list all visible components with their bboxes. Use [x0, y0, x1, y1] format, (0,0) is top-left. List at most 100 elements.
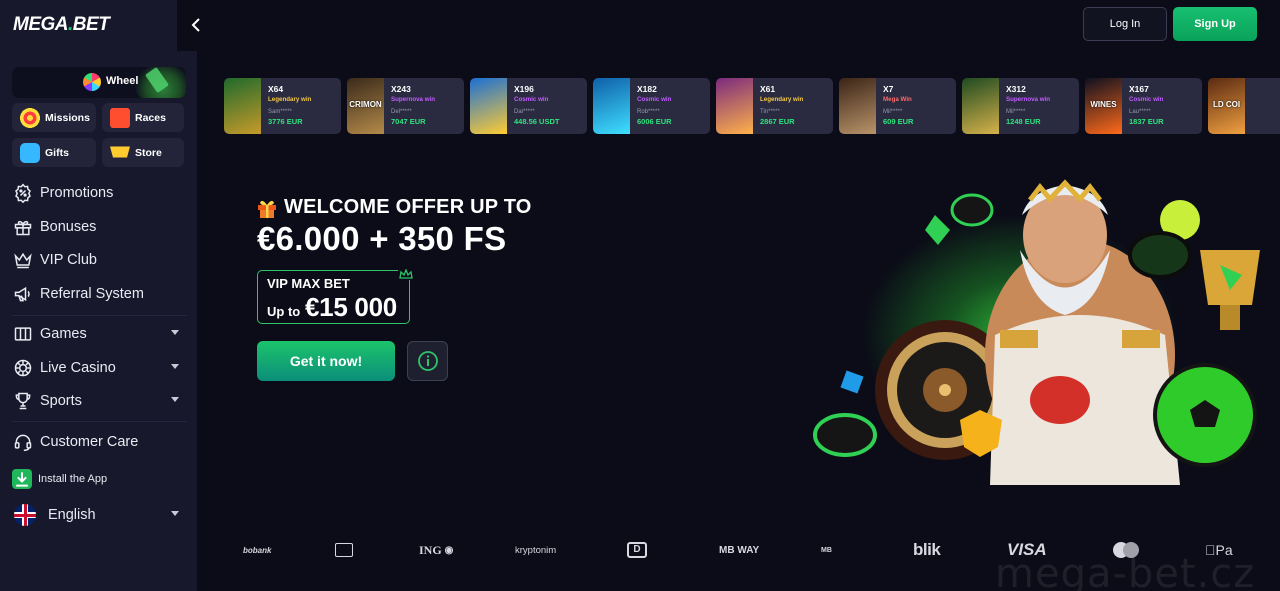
game-thumbnail: [962, 78, 999, 134]
language-selector[interactable]: English: [12, 502, 187, 528]
game-thumbnail-title: WINES: [1090, 100, 1117, 109]
vip-amount: €15 000: [305, 292, 397, 322]
collapse-sidebar-button[interactable]: [187, 14, 205, 36]
win-card[interactable]: WINES X167 Cosmic win Lau***** 1837 EUR: [1085, 78, 1202, 134]
win-type: Mega Win: [883, 96, 912, 103]
info-button[interactable]: [407, 341, 448, 381]
nav-item-bonuses[interactable]: Bonuses: [12, 214, 187, 240]
nav-label: Bonuses: [40, 219, 97, 235]
win-multiplier: X312: [1006, 84, 1026, 94]
game-thumbnail: CRIMON: [347, 78, 384, 134]
win-user: Tin*****: [760, 109, 780, 115]
win-user: Dai*****: [514, 109, 535, 115]
payment-logo-blik: blik: [913, 540, 941, 559]
game-thumbnail-title: CRIMON: [349, 100, 382, 109]
chevron-down-icon: [171, 397, 179, 402]
payment-logo-mbway: MB WAY: [719, 544, 760, 556]
info-icon: [417, 351, 438, 371]
win-card[interactable]: X182 Cosmic win Rob***** 6006 EUR: [593, 78, 710, 134]
win-multiplier: X64: [268, 84, 284, 94]
zeus-boxer-illustration: [813, 179, 1260, 485]
payment-logo-d: D: [627, 540, 647, 560]
win-card[interactable]: X64 Legendary win Sam***** 3776 EUR: [224, 78, 341, 134]
win-type: Supernova win: [391, 96, 436, 103]
game-thumbnail: [716, 78, 753, 134]
top-bar: Log In Sign Up: [177, 0, 1280, 51]
win-card[interactable]: X61 Legendary win Tin***** 2867 EUR: [716, 78, 833, 134]
win-amount: 1837 EUR: [1129, 117, 1164, 126]
payment-logo-box: [335, 540, 353, 560]
game-thumbnail: WINES: [1085, 78, 1122, 134]
game-thumbnail: [224, 78, 261, 134]
recent-wins-ticker: X64 Legendary win Sam***** 3776 EUR CRIMON X2…: [224, 78, 1280, 134]
win-user: Mil*****: [883, 109, 903, 115]
uk-flag-icon: [14, 504, 36, 526]
get-it-now-button[interactable]: Get it now!: [257, 341, 395, 381]
nav-label: Sports: [40, 393, 82, 409]
chevron-down-icon: [171, 364, 179, 369]
trophy-icon: [12, 390, 34, 412]
nav-item-customer-care[interactable]: Customer Care: [12, 429, 187, 455]
crown-icon: [12, 249, 34, 271]
payment-logo-kryptonim: kryptonim: [515, 544, 557, 556]
nav-item-sports[interactable]: Sports: [12, 388, 187, 414]
win-multiplier: X61: [760, 84, 776, 94]
win-card[interactable]: X312 Supernova win Mil***** 1248 EUR: [962, 78, 1079, 134]
hero-illustration: [660, 155, 1280, 500]
signup-button[interactable]: Sign Up: [1173, 7, 1257, 41]
win-type: Legendary win: [760, 96, 804, 103]
sidebar-divider: [12, 421, 187, 422]
sidebar-divider: [12, 315, 187, 316]
promotions-icon: [12, 182, 34, 204]
win-card[interactable]: LD COI: [1208, 78, 1280, 134]
win-card[interactable]: CRIMON X243 Supernova win Del***** 7047 EUR: [347, 78, 464, 134]
nav-label: Referral System: [40, 286, 144, 302]
flag-icon: [110, 107, 130, 128]
gift-icon: [258, 200, 276, 218]
win-card[interactable]: X196 Cosmic win Dai***** 448.56 USDT: [470, 78, 587, 134]
missions-label: Missions: [45, 111, 90, 124]
nav-item-install-app[interactable]: Install the App: [12, 466, 187, 492]
game-thumbnail: [470, 78, 507, 134]
win-type: Supernova win: [1006, 96, 1051, 103]
nav-item-referral-system[interactable]: Referral System: [12, 281, 187, 307]
win-type: Cosmic win: [514, 96, 549, 103]
chevron-left-icon: [191, 18, 200, 32]
races-button[interactable]: Races: [102, 103, 184, 132]
vip-upto: Up to: [267, 304, 301, 319]
nav-label: Customer Care: [40, 434, 139, 450]
games-icon: [12, 323, 34, 345]
win-card[interactable]: X7 Mega Win Mil***** 609 EUR: [839, 78, 956, 134]
win-amount: 7047 EUR: [391, 117, 426, 126]
win-user: Del*****: [391, 109, 412, 115]
payment-logo-multibanco: MB: [821, 546, 832, 554]
headset-icon: [12, 431, 34, 453]
store-button[interactable]: Store: [102, 138, 184, 167]
nav-label: VIP Club: [40, 252, 97, 268]
login-button[interactable]: Log In: [1083, 7, 1167, 41]
nav-label: Live Casino: [40, 360, 116, 376]
win-user: Lau*****: [1129, 109, 1151, 115]
win-amount: 609 EUR: [883, 117, 914, 126]
payment-logo-ing: ING ◉: [419, 542, 454, 557]
races-label: Races: [135, 111, 166, 124]
logo[interactable]: MEGA.BET: [13, 14, 110, 36]
win-amount: 448.56 USDT: [514, 117, 560, 126]
nav-item-live-casino[interactable]: Live Casino: [12, 355, 187, 381]
wheel-button[interactable]: Wheel: [12, 67, 186, 98]
win-type: Cosmic win: [1129, 96, 1164, 103]
nav-item-games[interactable]: Games: [12, 321, 187, 347]
nav-item-promotions[interactable]: Promotions: [12, 180, 187, 206]
crown-icon: [398, 268, 414, 280]
missions-button[interactable]: Missions: [12, 103, 96, 132]
nav-label: English: [48, 507, 96, 523]
nav-label: Promotions: [40, 185, 114, 201]
gifts-button[interactable]: Gifts: [12, 138, 96, 167]
payment-logo-bobank: bobank: [243, 545, 272, 555]
game-thumbnail-title: LD COI: [1212, 100, 1241, 109]
bonus-gift-icon: [12, 216, 34, 238]
win-amount: 3776 EUR: [268, 117, 303, 126]
nav-item-vip-club[interactable]: VIP Club: [12, 247, 187, 273]
nav-label: Games: [40, 326, 87, 342]
store-label: Store: [135, 146, 162, 159]
